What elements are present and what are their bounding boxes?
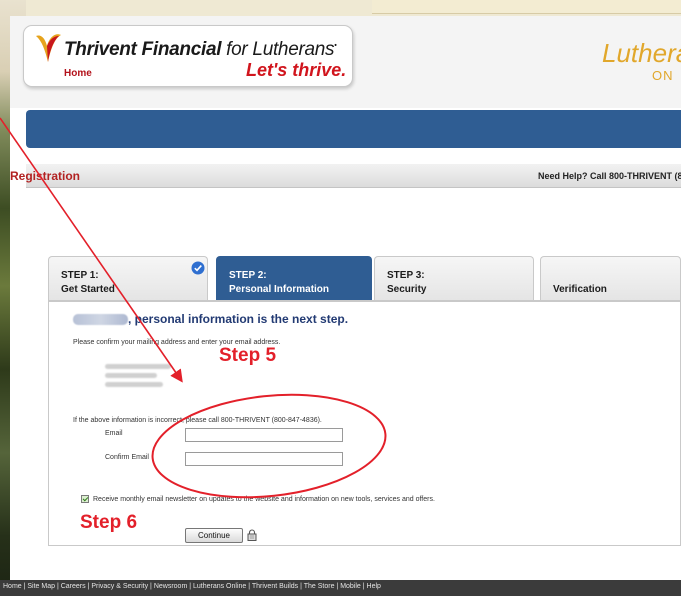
annotation-ellipse [151,393,387,499]
step-5-annotation: Step 5 [219,345,277,366]
annotation-arrow [0,117,183,383]
annotation-overlay [0,117,387,499]
step-6-annotation: Step 6 [80,512,138,533]
